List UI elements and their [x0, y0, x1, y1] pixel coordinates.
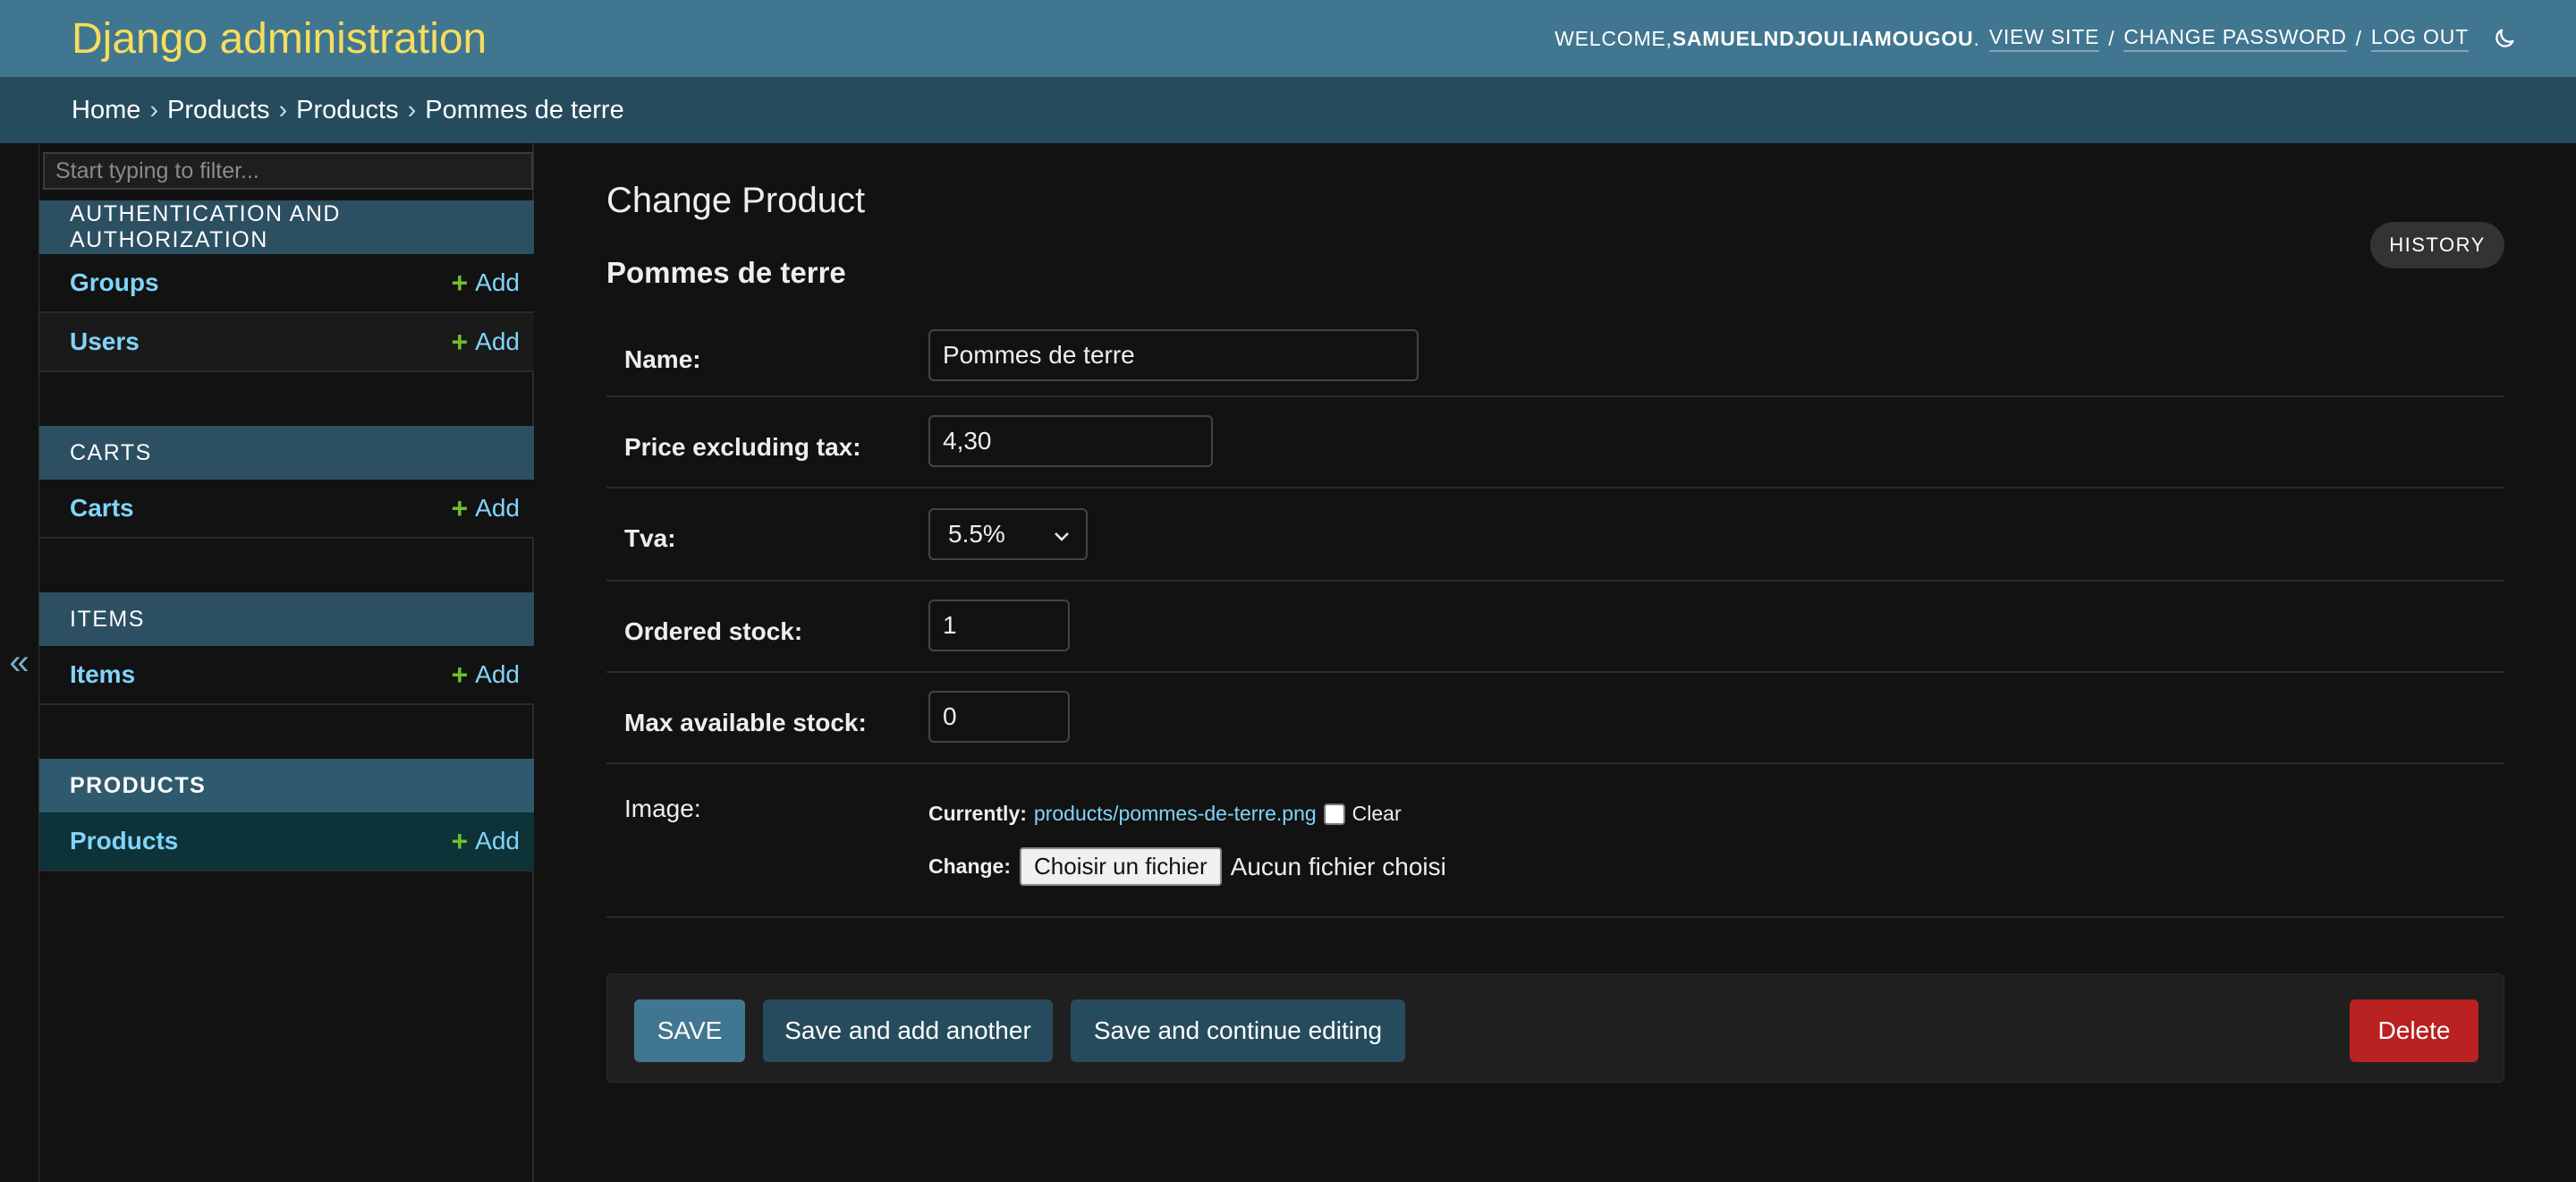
max-stock-label: Max available stock:	[624, 709, 867, 736]
add-label: Add	[475, 327, 520, 355]
form-row-name: Name:	[606, 317, 2504, 397]
clear-checkbox[interactable]	[1323, 803, 1345, 825]
object-title: Pommes de terre	[606, 256, 846, 289]
separator: /	[2355, 26, 2362, 50]
change-label: Change:	[928, 855, 1011, 878]
view-site-link[interactable]: VIEW SITE	[1988, 25, 2100, 52]
no-file-chosen-text: Aucun fichier choisi	[1230, 852, 1446, 880]
sidebar-item-users: Users + Add	[39, 313, 534, 372]
breadcrumb-separator: ›	[407, 95, 417, 124]
site-name[interactable]: Django administration	[72, 14, 487, 64]
current-file-link[interactable]: products/pommes-de-terre.png	[1034, 802, 1317, 826]
header: Django administration WELCOME, SAMUELNDJ…	[0, 0, 2576, 77]
sidebar-item-label[interactable]: Items	[70, 660, 135, 689]
change-password-link[interactable]: CHANGE PASSWORD	[2123, 25, 2347, 52]
plus-icon: +	[451, 325, 469, 358]
nav-sidebar: AUTHENTICATION AND AUTHORIZATION Groups …	[39, 143, 534, 1182]
plus-icon: +	[451, 491, 469, 524]
nav-filter-input[interactable]	[43, 152, 533, 190]
module-auth: AUTHENTICATION AND AUTHORIZATION Groups …	[39, 200, 534, 372]
save-and-add-another-button[interactable]: Save and add another	[763, 999, 1053, 1062]
save-and-continue-button[interactable]: Save and continue editing	[1071, 999, 1405, 1062]
chevron-down-icon	[1054, 520, 1070, 548]
moon-icon[interactable]	[2490, 24, 2519, 53]
double-chevron-left-icon: «	[9, 642, 30, 682]
max-stock-field[interactable]	[928, 691, 1070, 743]
sidebar-item-label[interactable]: Groups	[70, 268, 159, 297]
tva-select[interactable]: 5.5%	[928, 508, 1088, 560]
submit-row: SAVE Save and add another Save and conti…	[606, 974, 2504, 1083]
currently-label: Currently:	[928, 802, 1027, 825]
history-button[interactable]: HISTORY	[2370, 222, 2504, 268]
add-label: Add	[475, 660, 520, 688]
username-period: .	[1973, 26, 1980, 50]
breadcrumb-separator: ›	[278, 95, 288, 124]
module-items: ITEMS Items + Add	[39, 592, 534, 705]
breadcrumb-model-products[interactable]: Products	[296, 96, 398, 125]
log-out-link[interactable]: LOG OUT	[2370, 25, 2469, 52]
breadcrumb-app-products[interactable]: Products	[167, 96, 269, 125]
tva-label: Tva:	[624, 524, 676, 552]
image-label: Image:	[624, 795, 701, 822]
module-caption[interactable]: CARTS	[39, 426, 534, 480]
sidebar-item-carts: Carts + Add	[39, 480, 534, 539]
separator: /	[2108, 26, 2115, 50]
add-groups-link[interactable]: + Add	[451, 267, 520, 300]
module-caption[interactable]: AUTHENTICATION AND AUTHORIZATION	[39, 200, 534, 254]
sidebar-item-items: Items + Add	[39, 646, 534, 705]
add-items-link[interactable]: + Add	[451, 659, 520, 692]
module-products: PRODUCTS Products + Add	[39, 759, 534, 872]
form-row-tva: Tva: 5.5%	[606, 489, 2504, 582]
form-row-max-stock: Max available stock:	[606, 673, 2504, 764]
username: SAMUELNDJOULIAMOUGOU	[1672, 26, 1974, 50]
sidebar-item-groups: Groups + Add	[39, 254, 534, 313]
save-button[interactable]: SAVE	[634, 999, 745, 1062]
price-label: Price excluding tax:	[624, 433, 861, 461]
breadcrumb: Home › Products › Products › Pommes de t…	[0, 77, 2576, 143]
toggle-nav-sidebar[interactable]: «	[0, 143, 39, 1182]
delete-button[interactable]: Delete	[2350, 999, 2479, 1062]
sidebar-item-label[interactable]: Products	[70, 827, 178, 855]
tva-selected-value: 5.5%	[948, 520, 1005, 548]
form-row-image: Image: Currently: products/pommes-de-ter…	[606, 764, 2504, 918]
module-caption[interactable]: PRODUCTS	[39, 759, 534, 812]
add-products-link[interactable]: + Add	[451, 825, 520, 858]
change-file-line: Change: Choisir un fichier Aucun fichier…	[928, 847, 1446, 886]
image-file-widget: Currently: products/pommes-de-terre.png …	[928, 802, 1446, 886]
add-users-link[interactable]: + Add	[451, 326, 520, 359]
breadcrumb-home[interactable]: Home	[72, 96, 140, 125]
module-caption[interactable]: ITEMS	[39, 592, 534, 646]
current-file-line: Currently: products/pommes-de-terre.png …	[928, 802, 1446, 826]
ordered-stock-field[interactable]	[928, 600, 1070, 651]
sidebar-item-label[interactable]: Carts	[70, 494, 134, 523]
add-carts-link[interactable]: + Add	[451, 492, 520, 525]
choose-file-button[interactable]: Choisir un fichier	[1020, 847, 1222, 886]
breadcrumb-separator: ›	[149, 95, 159, 124]
welcome-text: WELCOME,	[1555, 26, 1673, 50]
user-tools: WELCOME, SAMUELNDJOULIAMOUGOU . VIEW SIT…	[1555, 24, 2519, 53]
form-row-ordered-stock: Ordered stock:	[606, 582, 2504, 673]
clear-label: Clear	[1352, 802, 1402, 825]
breadcrumb-current: Pommes de terre	[425, 95, 624, 124]
plus-icon: +	[451, 658, 469, 691]
add-label: Add	[475, 494, 520, 522]
main-content: Change Product Pommes de terre HISTORY N…	[606, 143, 2504, 1182]
form-row-price: Price excluding tax:	[606, 397, 2504, 489]
sidebar-item-products: Products + Add	[39, 812, 534, 872]
sidebar-item-label[interactable]: Users	[70, 327, 140, 356]
name-field[interactable]	[928, 329, 1419, 381]
ordered-stock-label: Ordered stock:	[624, 617, 803, 645]
module-carts: CARTS Carts + Add	[39, 426, 534, 539]
add-label: Add	[475, 268, 520, 296]
price-field[interactable]	[928, 415, 1213, 467]
plus-icon: +	[451, 824, 469, 857]
plus-icon: +	[451, 266, 469, 299]
add-label: Add	[475, 827, 520, 855]
name-label: Name:	[624, 345, 701, 373]
page-title: Change Product	[606, 181, 866, 220]
